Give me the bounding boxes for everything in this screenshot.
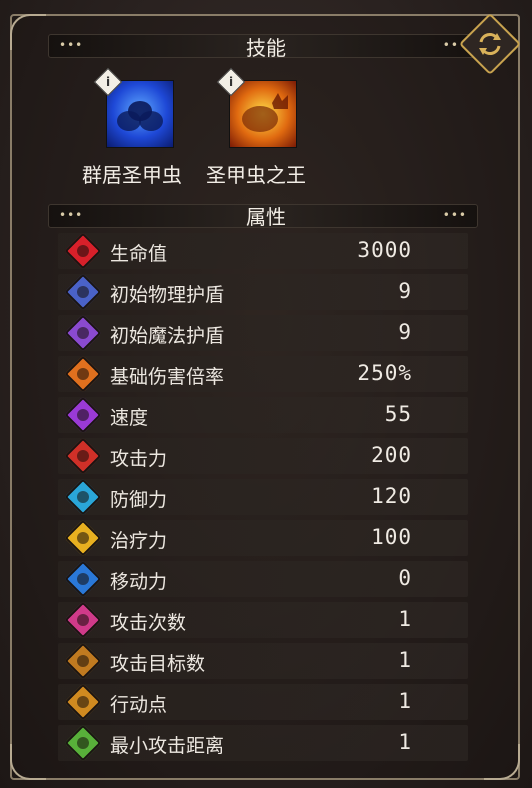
attribute-label: 攻击目标数 bbox=[110, 653, 206, 675]
armor-icon bbox=[64, 478, 102, 516]
attribute-row-defense: 防御力 120 bbox=[58, 478, 468, 516]
attribute-row-attack: 攻击力 200 bbox=[58, 437, 468, 475]
attribute-row-speed: 速度 55 bbox=[58, 396, 468, 434]
heart-icon bbox=[64, 232, 102, 270]
attribute-value: 9 bbox=[398, 320, 412, 344]
attribute-value: 200 bbox=[371, 443, 412, 467]
skill-name: 圣甲虫之王 bbox=[206, 163, 306, 187]
attribute-label: 行动点 bbox=[110, 694, 168, 716]
attribute-row-move: 移动力 0 bbox=[58, 560, 468, 598]
attribute-value: 1 bbox=[398, 689, 412, 713]
attribute-label: 初始魔法护盾 bbox=[110, 325, 225, 347]
magic-shield-icon bbox=[64, 314, 102, 352]
attribute-value: 1 bbox=[398, 648, 412, 672]
skill-slot-2[interactable]: i bbox=[216, 67, 297, 148]
attribute-value: 3000 bbox=[357, 238, 412, 262]
attribute-value: 100 bbox=[371, 525, 412, 549]
attribute-row-damage-multiplier: 基础伤害倍率 250% bbox=[58, 355, 468, 393]
boot-icon bbox=[64, 560, 102, 598]
attribute-row-heal: 治疗力 100 bbox=[58, 519, 468, 557]
corner-ornament-bottom-right bbox=[484, 744, 520, 780]
attribute-value: 250% bbox=[357, 361, 412, 385]
physical-shield-icon bbox=[64, 273, 102, 311]
attribute-label: 攻击次数 bbox=[110, 612, 187, 634]
attribute-value: 9 bbox=[398, 279, 412, 303]
hammer-icon bbox=[64, 355, 102, 393]
action-point-icon bbox=[64, 683, 102, 721]
attribute-row-hp: 生命值 3000 bbox=[58, 232, 468, 270]
attributes-section-title: 属性 bbox=[246, 205, 286, 229]
attribute-value: 55 bbox=[384, 402, 412, 426]
attribute-label: 速度 bbox=[110, 407, 149, 429]
skills-section-title: 技能 bbox=[246, 36, 286, 60]
attribute-value: 1 bbox=[398, 607, 412, 631]
attribute-label: 初始物理护盾 bbox=[110, 284, 225, 306]
speed-icon bbox=[64, 396, 102, 434]
attribute-row-physical-shield: 初始物理护盾 9 bbox=[58, 273, 468, 311]
attribute-label: 生命值 bbox=[110, 243, 168, 265]
attribute-row-min-range: 最小攻击距离 1 bbox=[58, 724, 468, 762]
attribute-label: 防御力 bbox=[110, 489, 168, 511]
skill-name: 群居圣甲虫 bbox=[82, 163, 182, 187]
heal-cross-icon bbox=[64, 519, 102, 557]
attribute-label: 最小攻击距离 bbox=[110, 735, 225, 757]
attribute-row-attack-count: 攻击次数 1 bbox=[58, 601, 468, 639]
attribute-value: 120 bbox=[371, 484, 412, 508]
attribute-value: 1 bbox=[398, 730, 412, 754]
attribute-row-magic-shield: 初始魔法护盾 9 bbox=[58, 314, 468, 352]
attribute-row-targets: 攻击目标数 1 bbox=[58, 642, 468, 680]
sword-icon bbox=[64, 437, 102, 475]
attribute-value: 0 bbox=[398, 566, 412, 590]
range-icon bbox=[64, 724, 102, 762]
corner-ornament-bottom-left bbox=[10, 744, 46, 780]
attribute-label: 基础伤害倍率 bbox=[110, 366, 225, 388]
attribute-label: 攻击力 bbox=[110, 448, 168, 470]
attribute-row-action-points: 行动点 1 bbox=[58, 683, 468, 721]
attribute-label: 治疗力 bbox=[110, 530, 168, 552]
swap-arrows-icon bbox=[479, 33, 501, 55]
skill-slot-1[interactable]: i bbox=[93, 67, 174, 148]
attack-count-icon bbox=[64, 601, 102, 639]
attribute-label: 移动力 bbox=[110, 571, 168, 593]
targets-icon bbox=[64, 642, 102, 680]
